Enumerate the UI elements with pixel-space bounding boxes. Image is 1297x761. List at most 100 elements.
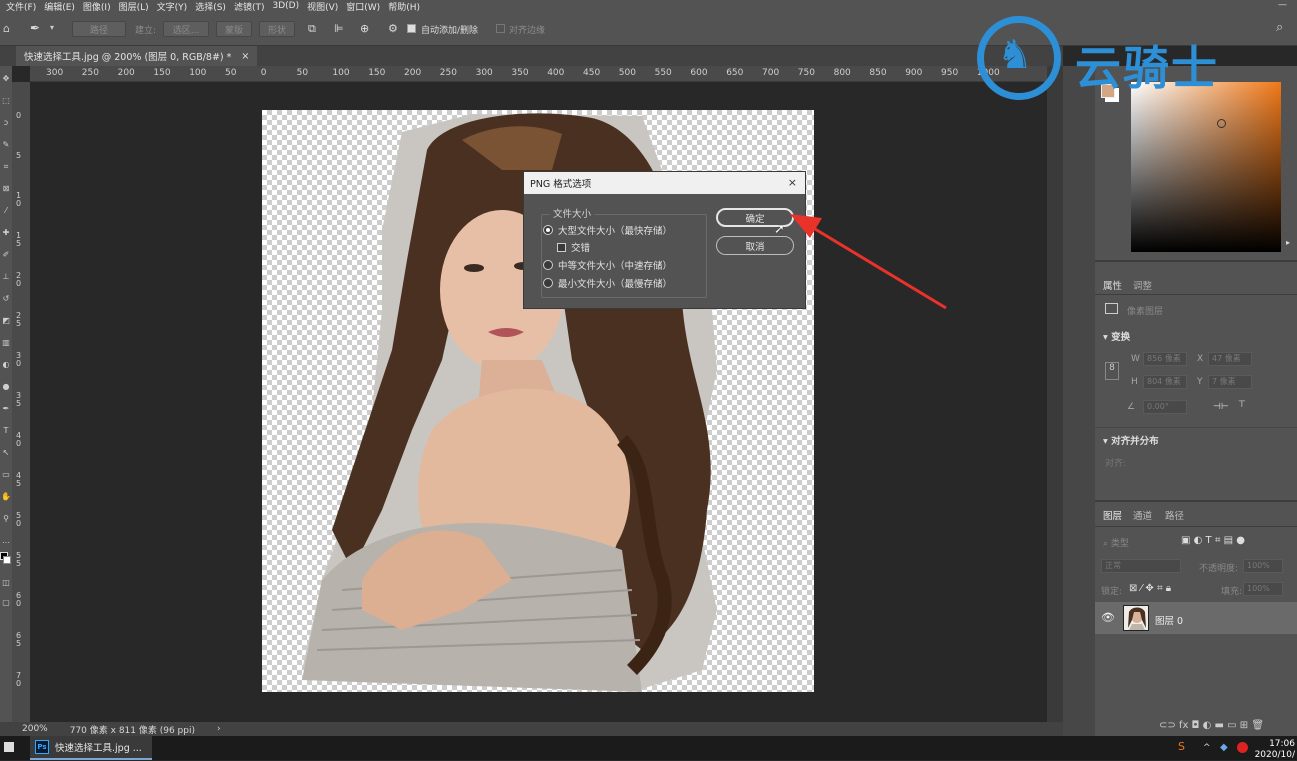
selection-button[interactable]: 选区... (163, 21, 209, 37)
menu-help[interactable]: 帮助(H) (388, 0, 420, 13)
x-field[interactable]: 47 像素 (1208, 352, 1252, 366)
blend-mode-select[interactable]: 正常 (1101, 559, 1181, 573)
layer-name[interactable]: 图层 0 (1155, 613, 1183, 627)
quick-select-tool-icon[interactable]: ✎ (1, 140, 11, 150)
record-icon[interactable] (1237, 742, 1248, 753)
zoom-level[interactable]: 200% (22, 724, 48, 734)
home-icon[interactable]: ⌂ (3, 22, 10, 35)
ruler-tick-label: 550 (654, 68, 672, 78)
brush-tool-icon[interactable]: ✐ (1, 250, 11, 260)
frame-tool-icon[interactable]: ⊠ (1, 184, 11, 194)
minimize-icon[interactable]: — (1278, 0, 1287, 10)
menu-view[interactable]: 视图(V) (307, 0, 338, 13)
height-field[interactable]: 804 像素 (1143, 375, 1187, 389)
stamp-tool-icon[interactable]: ⊥ (1, 272, 11, 282)
width-field[interactable]: 856 像素 (1143, 352, 1187, 366)
interlace-checkbox[interactable]: 交错 (557, 240, 590, 254)
layer-row[interactable]: 👁︎ 图层 0 (1095, 602, 1297, 634)
gradient-tool-icon[interactable]: ▥ (1, 338, 11, 348)
shape-tool-icon[interactable]: ▭ (1, 470, 11, 480)
eye-icon[interactable]: 👁︎ (1101, 611, 1115, 624)
hand-tool-icon[interactable]: ✋ (1, 492, 11, 502)
tab-channels[interactable]: 通道 (1133, 508, 1152, 522)
y-field[interactable]: 7 像素 (1208, 375, 1252, 389)
path-align-icon[interactable]: ⊫ (334, 22, 344, 35)
menu-filter[interactable]: 滤镜(T) (234, 0, 265, 13)
lasso-tool-icon[interactable]: ↄ (1, 118, 11, 128)
radio-small-file[interactable]: 最小文件大小（最慢存储） (543, 276, 672, 290)
flip-vertical-icon[interactable]: ⊤ (1238, 400, 1246, 410)
menu-3d[interactable]: 3D(D) (272, 1, 299, 11)
dialog-title-bar[interactable]: PNG 格式选项 × (524, 172, 805, 194)
path-select-tool-icon[interactable]: ↖ (1, 448, 11, 458)
align-section-title[interactable]: ▾ 对齐并分布 (1103, 433, 1159, 447)
healing-tool-icon[interactable]: ✚ (1, 228, 11, 238)
document-tab[interactable]: 快速选择工具.jpg @ 200% (图层 0, RGB/8#) * × (16, 46, 258, 66)
flip-horizontal-icon[interactable]: ⊣⊢ (1213, 402, 1229, 412)
close-tab-icon[interactable]: × (241, 51, 249, 62)
screen-mode-icon[interactable]: ▢ (1, 598, 11, 608)
chevron-down-icon[interactable]: ▾ (50, 23, 54, 32)
mask-button[interactable]: 蒙版 (216, 21, 252, 37)
layer-kind-filter[interactable]: ⌕ 类型 (1103, 536, 1129, 549)
more-tools-icon[interactable]: … (1, 536, 11, 546)
opacity-field[interactable]: 100% (1243, 559, 1283, 573)
link-icon[interactable]: 8 (1105, 362, 1119, 380)
tab-adjustments[interactable]: 调整 (1133, 278, 1152, 292)
network-icon[interactable]: ◆ (1220, 742, 1228, 753)
tab-layers[interactable]: 图层 (1103, 508, 1122, 522)
tab-properties[interactable]: 属性 (1103, 278, 1122, 292)
gear-icon[interactable]: ⚙ (388, 22, 398, 35)
dodge-tool-icon[interactable]: ● (1, 382, 11, 392)
move-tool-icon[interactable]: ✥ (1, 74, 11, 84)
auto-add-checkbox[interactable] (407, 24, 416, 33)
shape-button[interactable]: 形状 (259, 21, 295, 37)
fill-field[interactable]: 100% (1243, 582, 1283, 596)
menu-image[interactable]: 图像(I) (83, 0, 111, 13)
tray-chevron-icon[interactable]: ^ (1203, 743, 1211, 753)
eyedropper-tool-icon[interactable]: ⁄ (1, 206, 11, 216)
radio-medium-label: 中等文件大小（中速存储） (558, 261, 673, 272)
color-picker-cursor[interactable] (1217, 119, 1226, 128)
transform-section-title[interactable]: ▾ 变换 (1103, 329, 1130, 343)
windows-start-icon[interactable] (4, 742, 14, 752)
path-mode-select[interactable]: 路径 (72, 21, 126, 37)
document-tab-title: 快速选择工具.jpg @ 200% (图层 0, RGB/8#) * (24, 52, 232, 63)
menu-layer[interactable]: 图层(L) (119, 0, 149, 13)
vertical-scrollbar[interactable] (1047, 66, 1063, 722)
close-icon[interactable]: × (788, 175, 797, 191)
status-arrow-icon[interactable]: › (217, 724, 221, 734)
lock-icons[interactable]: ⊠ ⁄ ✥ ⌗ 🔒︎ (1129, 583, 1171, 594)
search-icon[interactable]: ⌕ (1276, 20, 1283, 35)
history-brush-icon[interactable]: ↺ (1, 294, 11, 304)
background-color-swatch[interactable] (3, 556, 11, 564)
radio-large-file[interactable]: 大型文件大小（最快存储） (543, 223, 672, 237)
path-ops-icon[interactable]: ⧉ (308, 22, 316, 36)
pen-tool-icon[interactable]: ✒ (30, 21, 40, 35)
layer-footer-icons[interactable]: ⊂⊃ fx ◘ ◐ ▬ ▭ ⊞ 🗑︎ (1159, 720, 1264, 731)
menu-window[interactable]: 窗口(W) (346, 0, 380, 13)
menu-edit[interactable]: 编辑(E) (44, 0, 75, 13)
taskbar-photoshop-item[interactable]: Ps 快速选择工具.jpg ... (30, 736, 152, 760)
filter-icons[interactable]: ▣ ◐ T ⌗ ▤ ● (1181, 535, 1245, 546)
eraser-tool-icon[interactable]: ◩ (1, 316, 11, 326)
blur-tool-icon[interactable]: ◐ (1, 360, 11, 370)
crop-tool-icon[interactable]: ⌗ (1, 162, 11, 172)
marquee-tool-icon[interactable]: ⬚ (1, 96, 11, 106)
menu-file[interactable]: 文件(F) (6, 0, 36, 13)
menu-type[interactable]: 文字(Y) (157, 0, 188, 13)
clock[interactable]: 17:06 2020/10/ (1255, 739, 1295, 761)
zoom-tool-icon[interactable]: ⚲ (1, 514, 11, 524)
tab-paths[interactable]: 路径 (1165, 508, 1184, 522)
ruler-tick-label: 900 (905, 68, 923, 78)
angle-field[interactable]: 0.00° (1143, 400, 1187, 414)
align-edges-checkbox[interactable] (496, 24, 505, 33)
quick-mask-icon[interactable]: ◫ (1, 578, 11, 588)
hue-slider-icon[interactable]: ▸ (1286, 238, 1290, 247)
menu-select[interactable]: 选择(S) (195, 0, 226, 13)
pen-tool-side-icon[interactable]: ✒ (1, 404, 11, 414)
tray-app-icon[interactable]: S (1178, 740, 1185, 753)
radio-medium-file[interactable]: 中等文件大小（中速存储） (543, 258, 672, 272)
path-arrange-icon[interactable]: ⊕ (360, 22, 369, 35)
type-tool-icon[interactable]: T (1, 426, 11, 436)
